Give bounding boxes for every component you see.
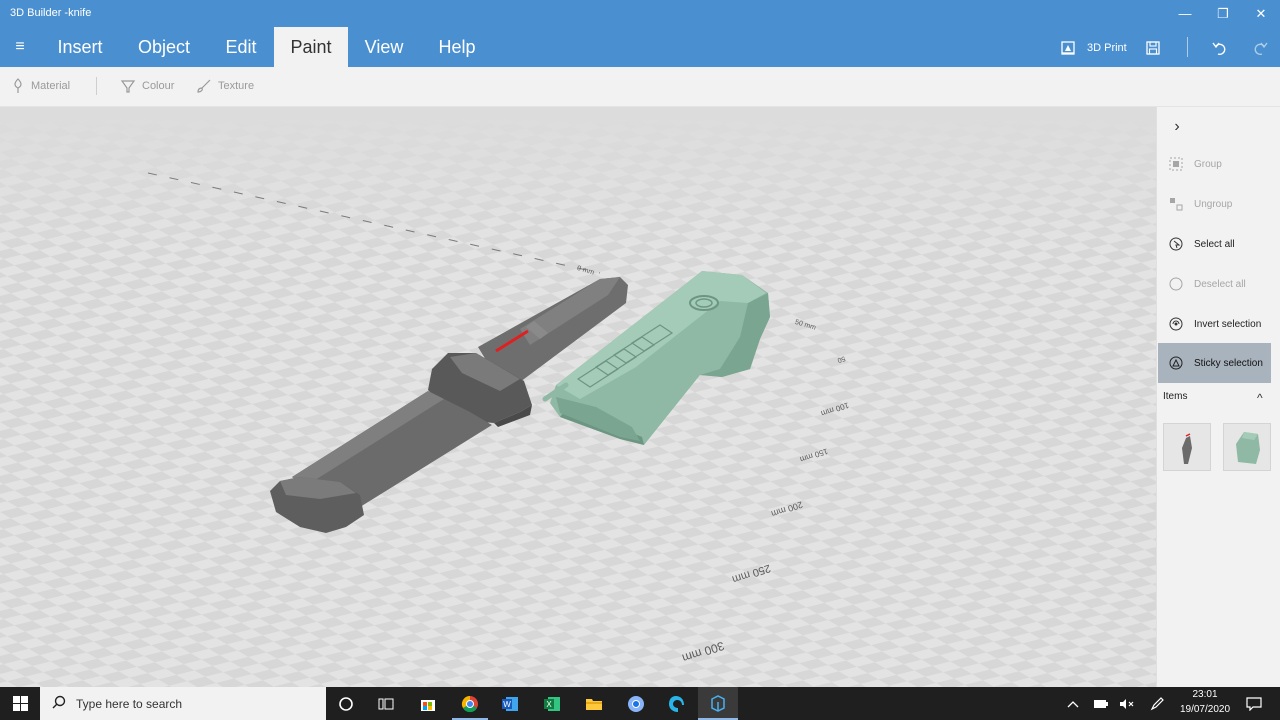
hamburger-menu-icon[interactable]: ≡ [6,33,34,61]
taskbar-search-input[interactable]: Type here to search [40,687,326,720]
selection-panel: › Group Ungroup Select all Deselect all [1156,107,1280,687]
material-tool[interactable]: Material [11,78,70,94]
svg-text:W: W [503,700,511,709]
clock-date[interactable]: 19/07/2020 [1176,704,1234,715]
menu-paint[interactable]: Paint [274,27,348,67]
menu-edit[interactable]: Edit [213,27,269,67]
toolbar-divider [96,77,97,95]
svg-text:X: X [546,700,552,709]
search-icon [52,695,66,712]
paint-toolbar: Material Colour Texture [0,67,1280,107]
cortana-icon[interactable] [326,687,366,720]
notifications-icon[interactable] [1236,687,1272,720]
items-collapse-chevron-icon[interactable]: ^ [1257,391,1263,405]
save-button[interactable] [1145,38,1161,58]
item-thumbnail-sheath[interactable] [1223,423,1271,471]
undo-button[interactable] [1211,38,1229,58]
minimize-button[interactable]: — [1166,0,1204,27]
invert-selection-label: Invert selection [1194,318,1262,330]
group-button[interactable]: Group [1158,144,1271,184]
window-title: 3D Builder -knife [10,7,92,19]
3d-print-button[interactable]: 3D Print [1060,38,1127,58]
texture-tool[interactable]: Texture [196,78,254,94]
deselect-all-icon [1169,277,1183,291]
texture-brush-icon [197,79,211,93]
title-bar: 3D Builder -knife — ❐ ✕ [0,0,1280,27]
task-view-icon[interactable] [366,687,406,720]
menu-view[interactable]: View [355,27,413,67]
app-header: 3D Builder -knife — ❐ ✕ ≡ Insert Object … [0,0,1280,67]
group-label: Group [1194,158,1222,170]
colour-tool[interactable]: Colour [120,78,174,94]
sticky-selection-label: Sticky selection [1194,357,1263,369]
3d-viewport[interactable]: 0 mm 50 mm 50 100 mm 150 mm 200 mm 250 m… [0,107,1156,687]
deselect-all-button[interactable]: Deselect all [1158,264,1271,304]
store-icon[interactable] [408,687,448,720]
group-icon [1169,157,1183,171]
sticky-selection-icon [1169,356,1183,370]
select-all-button[interactable]: Select all [1158,224,1271,264]
material-drop-icon [14,78,22,93]
colour-label: Colour [142,80,175,92]
menu-help[interactable]: Help [428,27,486,67]
item-thumbnail-knife[interactable] [1163,423,1211,471]
app-window: 3D Builder -knife — ❐ ✕ ≡ Insert Object … [0,0,1280,720]
word-icon[interactable]: W [490,687,530,720]
maximize-button[interactable]: ❐ [1204,0,1242,27]
select-all-icon [1169,237,1183,251]
close-button[interactable]: ✕ [1242,0,1280,27]
scene-canvas[interactable] [0,107,1156,687]
deselect-all-label: Deselect all [1194,278,1246,290]
clock-time[interactable]: 23:01 [1176,689,1234,700]
collapse-panel-chevron-icon[interactable]: › [1165,117,1189,137]
undo-icon [1212,42,1226,56]
ungroup-label: Ungroup [1194,198,1233,210]
header-divider [1187,37,1188,57]
chromium-icon[interactable] [616,687,656,720]
menu-insert[interactable]: Insert [44,27,116,67]
menu-object[interactable]: Object [126,27,202,67]
save-icon [1146,41,1160,55]
edge-icon[interactable] [657,687,697,720]
start-windows-icon[interactable] [0,687,40,720]
windows-taskbar: Type here to search W X 23:01 19/07/2020 [0,687,1280,720]
redo-icon [1254,42,1268,56]
chrome-icon[interactable] [450,687,490,720]
3d-print-label: 3D Print [1087,42,1127,54]
printer-3d-icon [1061,41,1075,55]
ungroup-icon [1169,197,1183,211]
pen-workspace-icon[interactable] [1138,687,1176,720]
paint-bucket-icon [120,80,136,93]
ungroup-button[interactable]: Ungroup [1158,184,1271,224]
excel-icon[interactable]: X [532,687,572,720]
invert-selection-button[interactable]: Invert selection [1158,304,1271,344]
select-all-label: Select all [1194,238,1235,250]
invert-selection-icon [1169,317,1183,331]
sticky-selection-button[interactable]: Sticky selection [1158,343,1271,383]
redo-button[interactable] [1251,38,1269,58]
texture-label: Texture [218,80,255,92]
search-placeholder: Type here to search [76,696,183,711]
3d-builder-taskbar-icon[interactable] [698,687,738,720]
material-label: Material [31,80,71,92]
file-explorer-icon[interactable] [574,687,614,720]
